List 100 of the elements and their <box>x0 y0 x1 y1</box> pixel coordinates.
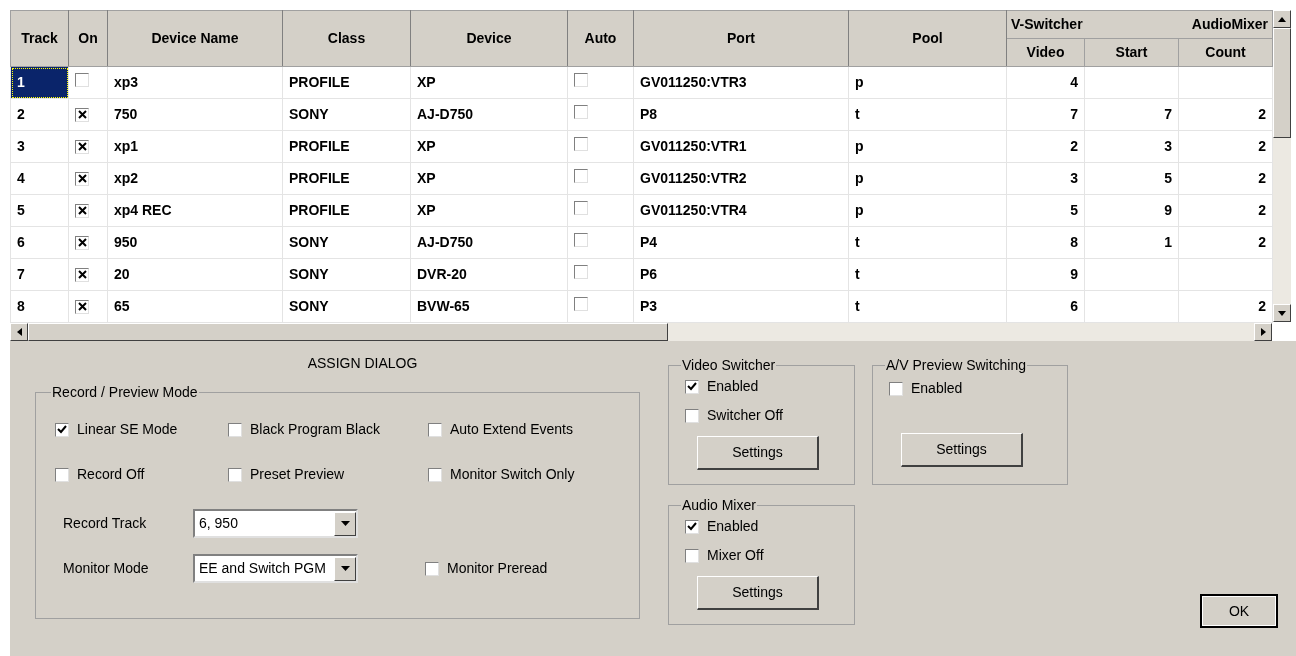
ok-button[interactable]: OK <box>1200 594 1278 628</box>
table-cell: P3 <box>633 290 849 323</box>
table-cell: PROFILE <box>282 162 411 195</box>
track-cell[interactable]: 8 <box>10 290 69 323</box>
checkbox[interactable] <box>228 467 242 482</box>
checkbox[interactable] <box>75 139 89 154</box>
checkbox[interactable] <box>685 379 699 394</box>
table-cell: 750 <box>107 98 283 131</box>
checkbox[interactable] <box>75 299 89 314</box>
dialog-title: ASSIGN DIALOG <box>306 354 419 373</box>
checkbox[interactable] <box>574 105 588 119</box>
table-cell: 3 <box>1164 138 1172 154</box>
checkbox[interactable] <box>685 548 699 563</box>
track-cell[interactable]: 5 <box>10 194 69 227</box>
settings-button[interactable]: Settings <box>697 436 819 470</box>
table-cell: t <box>848 226 1007 259</box>
field-label: Monitor Mode <box>63 559 150 578</box>
table-cell: 2 <box>1258 234 1267 250</box>
track-cell[interactable]: 6 <box>10 226 69 259</box>
caret-icon <box>340 566 350 571</box>
table-cell: 8 <box>1070 234 1078 250</box>
table-cell: AJ-D750 <box>410 226 568 259</box>
table-cell: XP <box>410 194 568 227</box>
table-cell: t <box>848 290 1007 323</box>
table-cell: xp4 REC <box>107 194 283 227</box>
checkbox-label: Enabled <box>911 379 963 398</box>
checkbox[interactable] <box>574 297 588 311</box>
column-header[interactable]: Device Name <box>107 10 283 67</box>
track-cell[interactable]: 7 <box>10 258 69 291</box>
monitor-mode-dropdown[interactable]: EE and Switch PGM <box>193 554 358 583</box>
caret-icon <box>340 521 350 526</box>
checkbox[interactable] <box>425 561 439 576</box>
scroll-up-arrow-icon[interactable] <box>1278 16 1287 22</box>
checkbox[interactable] <box>574 233 588 247</box>
table-cell: 6 <box>1070 298 1078 314</box>
check-mark-icon <box>687 382 697 391</box>
table-cell: GV011250:VTR4 <box>633 194 849 227</box>
column-header[interactable]: Video <box>1006 38 1085 67</box>
checkbox[interactable] <box>574 201 588 215</box>
column-header[interactable]: Track <box>10 10 69 67</box>
vertical-scrollbar[interactable] <box>1273 10 1292 322</box>
track-cell[interactable]: 3 <box>10 130 69 163</box>
checkbox[interactable] <box>428 467 442 482</box>
horizontal-scrollbar[interactable] <box>10 323 1272 341</box>
settings-button[interactable]: Settings <box>697 576 819 610</box>
checkbox-label: Auto Extend Events <box>450 420 573 439</box>
table-cell: XP <box>410 162 568 195</box>
checkbox-label: Enabled <box>707 517 759 536</box>
checkbox[interactable] <box>55 467 69 482</box>
checkbox[interactable] <box>55 422 69 437</box>
table-cell: 2 <box>1258 202 1267 218</box>
table-cell: DVR-20 <box>410 258 568 291</box>
table-cell: xp1 <box>107 130 283 163</box>
column-header[interactable]: Count <box>1178 38 1273 67</box>
checkbox[interactable] <box>685 408 699 423</box>
x-mark-icon <box>77 270 87 279</box>
check-mark-icon <box>687 522 697 531</box>
record-track-dropdown[interactable]: 6, 950 <box>193 509 358 538</box>
group-header: V-Switcher <box>1011 15 1083 34</box>
x-mark-icon <box>77 142 87 151</box>
checkbox[interactable] <box>574 265 588 279</box>
checkbox[interactable] <box>75 203 89 218</box>
column-header[interactable]: Start <box>1084 38 1179 67</box>
checkbox[interactable] <box>228 422 242 437</box>
table-cell: SONY <box>282 258 411 291</box>
checkbox[interactable] <box>574 73 588 87</box>
checkbox[interactable] <box>574 169 588 183</box>
table-cell: GV011250:VTR1 <box>633 130 849 163</box>
track-cell[interactable]: 2 <box>10 98 69 131</box>
table-cell: 9 <box>1070 266 1078 282</box>
track-cell[interactable]: 4 <box>10 162 69 195</box>
column-header[interactable]: Device <box>410 10 568 67</box>
checkbox[interactable] <box>428 422 442 437</box>
column-header[interactable]: On <box>68 10 108 67</box>
checkbox-label: Black Program Black <box>250 420 380 439</box>
scroll-down-arrow-icon[interactable] <box>1278 310 1287 316</box>
column-header[interactable]: Pool <box>848 10 1007 67</box>
checkbox[interactable] <box>75 73 89 87</box>
checkbox[interactable] <box>75 267 89 282</box>
group-title: Audio Mixer <box>681 496 757 515</box>
table-cell: t <box>848 258 1007 291</box>
table-cell: P6 <box>633 258 849 291</box>
checkbox[interactable] <box>75 107 89 122</box>
scroll-right-arrow-icon[interactable] <box>1260 328 1266 336</box>
column-header[interactable]: Auto <box>567 10 634 67</box>
checkbox[interactable] <box>574 137 588 151</box>
group-title: A/V Preview Switching <box>885 356 1028 375</box>
table-cell: 9 <box>1164 202 1172 218</box>
settings-button[interactable]: Settings <box>901 433 1023 467</box>
table-cell: xp3 <box>107 66 283 99</box>
scroll-left-arrow-icon[interactable] <box>16 328 22 336</box>
checkbox[interactable] <box>75 235 89 250</box>
table-cell: 2 <box>1258 298 1267 314</box>
checkbox[interactable] <box>889 381 903 396</box>
table-cell: 2 <box>1258 106 1267 122</box>
column-header[interactable]: Port <box>633 10 849 67</box>
checkbox[interactable] <box>685 519 699 534</box>
track-cell[interactable]: 1 <box>10 66 69 99</box>
checkbox[interactable] <box>75 171 89 186</box>
column-header[interactable]: Class <box>282 10 411 67</box>
